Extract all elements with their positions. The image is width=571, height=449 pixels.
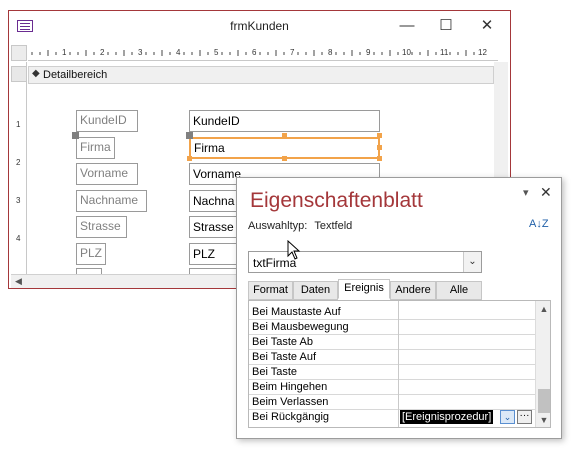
property-name: Bei Rückgängig <box>252 411 330 423</box>
ruler-number: 3 <box>16 196 21 205</box>
size-handle-bottom-left[interactable] <box>187 156 192 161</box>
size-handle-right[interactable] <box>377 145 382 150</box>
form-selector[interactable] <box>11 45 27 61</box>
ruler-number: 12 <box>478 48 487 57</box>
scroll-left-icon[interactable]: ◀ <box>15 276 22 287</box>
property-row[interactable]: Bei Maustaste Auf <box>249 305 535 320</box>
section-arrow-icon: ◆ <box>32 68 40 79</box>
property-row[interactable]: Bei Taste Auf <box>249 350 535 365</box>
property-sheet: Eigenschaftenblatt ▾ ✕ Auswahltyp: Textf… <box>236 177 562 439</box>
vertical-ruler[interactable]: 1 2 3 4 <box>11 62 27 274</box>
property-grid[interactable]: Bei Maustaste Auf Bei Mausbewegung Bei T… <box>248 300 551 428</box>
property-sheet-close-button[interactable]: ✕ <box>540 184 552 201</box>
column-divider[interactable] <box>398 301 399 427</box>
ruler-number: 10 <box>402 48 411 57</box>
property-sheet-title: Eigenschaftenblatt <box>250 189 423 212</box>
scroll-up-icon[interactable]: ▲ <box>538 304 550 314</box>
ruler-number: 2 <box>100 48 105 57</box>
property-name: Bei Mausbewegung <box>252 321 349 333</box>
ruler-number: 3 <box>138 48 143 57</box>
ruler-number: 5 <box>214 48 219 57</box>
property-row-selected[interactable]: Bei Rückgängig [Ereignisprozedur] ⌄ ··· <box>249 410 535 425</box>
maximize-button[interactable]: ☐ <box>426 11 466 41</box>
selection-type-value: Textfeld <box>314 220 353 232</box>
property-name: Beim Verlassen <box>252 396 329 408</box>
ruler-number: 9 <box>366 48 371 57</box>
tab-daten[interactable]: Daten <box>293 281 338 300</box>
size-handle-top-right[interactable] <box>377 133 382 138</box>
tab-alle[interactable]: Alle <box>436 281 482 300</box>
size-handle-top[interactable] <box>282 133 287 138</box>
move-handle-label[interactable] <box>72 132 79 139</box>
chevron-down-icon[interactable]: ⌄ <box>500 410 515 424</box>
mouse-pointer-icon <box>287 240 301 260</box>
label-firma[interactable]: Firma <box>76 137 115 159</box>
size-handle-bottom-right[interactable] <box>377 156 382 161</box>
ruler-number: 2 <box>16 158 21 167</box>
title-bar[interactable]: frmKunden — ☐ ✕ <box>9 11 510 42</box>
ruler-number: 11 <box>440 48 449 57</box>
move-handle-textbox[interactable] <box>186 132 193 139</box>
ruler-number: 7 <box>290 48 295 57</box>
property-value-selected[interactable]: [Ereignisprozedur] <box>400 410 494 424</box>
property-row[interactable]: Bei Mausbewegung <box>249 320 535 335</box>
property-name: Beim Hingehen <box>252 381 328 393</box>
ruler-number: 4 <box>176 48 181 57</box>
section-selector[interactable] <box>11 66 27 82</box>
property-row[interactable]: Beim Verlassen <box>249 395 535 410</box>
property-name: Bei Taste <box>252 366 298 378</box>
tab-ereignis[interactable]: Ereignis <box>338 279 390 299</box>
label-plz[interactable]: PLZ <box>76 243 106 265</box>
ruler-number: 6 <box>252 48 257 57</box>
property-name: Bei Taste Auf <box>252 351 317 363</box>
property-row[interactable]: Beim Hingehen <box>249 380 535 395</box>
minimize-button[interactable]: — <box>387 11 427 41</box>
ruler-number: 4 <box>16 234 21 243</box>
label-strasse[interactable]: Strasse <box>76 216 127 238</box>
property-grid-scrollbar[interactable]: ▲ ▼ <box>535 301 550 427</box>
property-row[interactable]: Bei Taste <box>249 365 535 380</box>
selection-type-label: Auswahltyp: <box>248 220 308 232</box>
object-selector-combo[interactable]: txtFirma ⌄ <box>248 251 482 273</box>
ruler-number: 1 <box>62 48 67 57</box>
scroll-down-icon[interactable]: ▼ <box>538 415 550 425</box>
ruler-ticks <box>31 50 475 56</box>
section-bar-detail[interactable]: ◆ Detailbereich <box>28 66 494 84</box>
ruler-number: 8 <box>328 48 333 57</box>
tab-andere[interactable]: Andere <box>390 281 436 300</box>
label-nachname[interactable]: Nachname <box>76 190 147 212</box>
property-name: Bei Taste Ab <box>252 336 313 348</box>
ruler-number: 1 <box>16 120 21 129</box>
sort-icon[interactable]: A↓Z <box>529 219 549 230</box>
textbox-kundeid[interactable]: KundeID <box>189 110 380 132</box>
label-kundeid[interactable]: KundeID <box>76 110 138 132</box>
pin-icon[interactable]: ▾ <box>523 186 529 199</box>
label-vorname[interactable]: Vorname <box>76 163 138 185</box>
scrollbar-thumb[interactable] <box>538 389 550 413</box>
horizontal-ruler[interactable]: 1 2 3 4 5 6 7 8 9 10 11 12 <box>28 45 498 61</box>
section-label: Detailbereich <box>43 69 108 81</box>
selection-type: Auswahltyp: Textfeld <box>248 220 352 232</box>
chevron-down-icon[interactable]: ⌄ <box>463 252 481 272</box>
property-name: Bei Maustaste Auf <box>252 306 341 318</box>
property-row[interactable]: Bei Taste Ab <box>249 335 535 350</box>
tab-format[interactable]: Format <box>248 281 293 300</box>
size-handle-bottom[interactable] <box>282 156 287 161</box>
close-button[interactable]: ✕ <box>467 11 507 41</box>
build-button[interactable]: ··· <box>517 410 532 424</box>
